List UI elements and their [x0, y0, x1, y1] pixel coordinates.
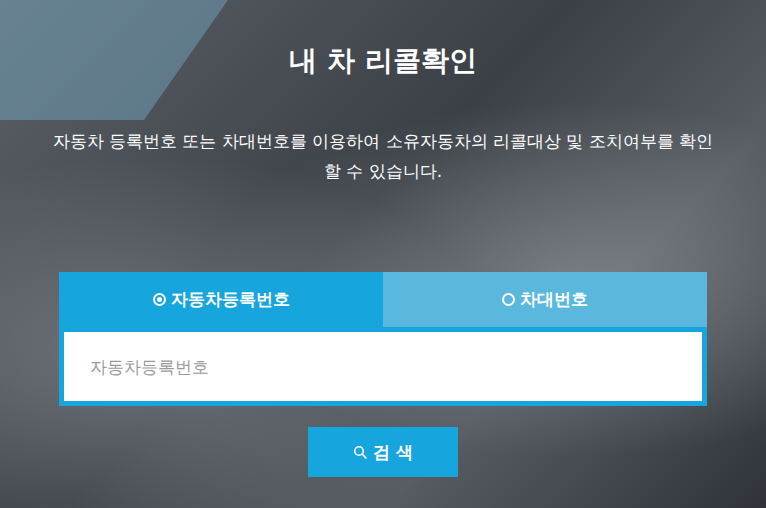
registration-input[interactable]: [64, 332, 702, 401]
search-icon: [353, 445, 367, 459]
radio-icon: [502, 293, 515, 306]
recall-page: 내 차 리콜확인 자동차 등록번호 또는 차대번호를 이용하여 소유자동차의 리…: [0, 0, 766, 508]
search-form: 자동차등록번호 차대번호: [59, 272, 707, 406]
field-frame: [59, 327, 707, 406]
search-tab[interactable]: 자동차등록번호: [59, 272, 383, 327]
search-button[interactable]: 검 색: [308, 427, 458, 477]
search-tab[interactable]: 차대번호: [383, 272, 707, 327]
search-tabs: 자동차등록번호 차대번호: [59, 272, 707, 327]
page-description: 자동차 등록번호 또는 차대번호를 이용하여 소유자동차의 리콜대상 및 조치여…: [48, 126, 718, 186]
radio-icon: [153, 293, 166, 306]
page-title: 내 차 리콜확인: [289, 42, 477, 80]
